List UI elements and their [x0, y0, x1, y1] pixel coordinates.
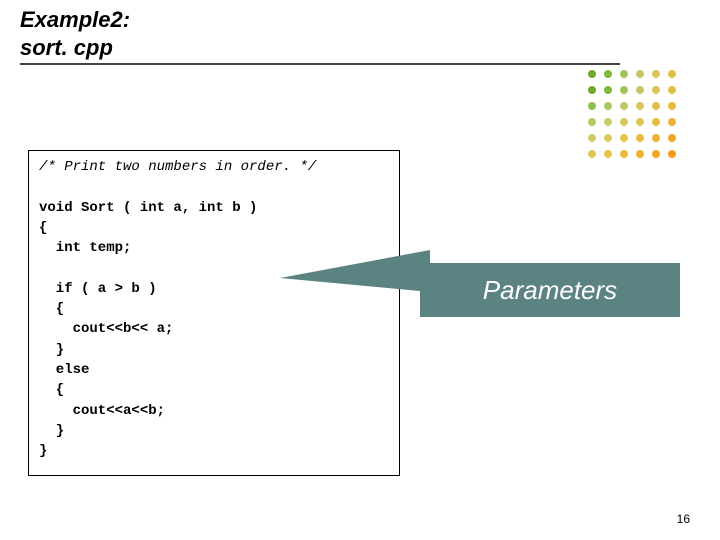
- code-brace-open: {: [39, 220, 47, 236]
- decorative-dot: [620, 86, 628, 94]
- decorative-dot: [620, 70, 628, 78]
- decorative-dot: [636, 70, 644, 78]
- code-brace-close: }: [39, 443, 47, 459]
- decorative-dot: [636, 86, 644, 94]
- decorative-dot: [620, 118, 628, 126]
- decorative-dot: [588, 118, 596, 126]
- decorative-dot: [588, 70, 596, 78]
- code-cout-ab: cout<<a<<b;: [39, 403, 165, 419]
- decorative-dot: [652, 134, 660, 142]
- callout-pointer: [280, 250, 430, 292]
- code-if-line: if ( a > b ): [39, 281, 157, 297]
- code-parameters: int a, int b: [131, 198, 249, 218]
- decorative-dot: [588, 102, 596, 110]
- decorative-dot: [604, 70, 612, 78]
- decorative-dot: [604, 150, 612, 158]
- code-else-open: {: [39, 382, 64, 398]
- decorative-dot: [636, 134, 644, 142]
- decorative-dot: [604, 118, 612, 126]
- decorative-dot: [668, 70, 676, 78]
- decorative-dot: [668, 150, 676, 158]
- parameters-callout: Parameters: [420, 263, 680, 317]
- decorative-dot: [588, 150, 596, 158]
- decorative-dot: [620, 134, 628, 142]
- decorative-dot: [588, 134, 596, 142]
- decorative-dot: [652, 118, 660, 126]
- decorative-dot: [668, 118, 676, 126]
- decorative-dot: [620, 150, 628, 158]
- code-else-line: else: [39, 362, 89, 378]
- decorative-dot: [668, 102, 676, 110]
- decorative-dot: [604, 134, 612, 142]
- decorative-dot: [604, 102, 612, 110]
- code-box: /* Print two numbers in order. */ void S…: [28, 150, 400, 476]
- code-decl-close: ): [249, 200, 257, 216]
- decorative-dot: [668, 86, 676, 94]
- decorative-dot: [652, 150, 660, 158]
- page-number: 16: [677, 512, 690, 526]
- decorative-dot-grid: [588, 70, 680, 162]
- code-int-temp: int temp;: [39, 240, 131, 256]
- decorative-dot: [652, 102, 660, 110]
- code-void-sort: void Sort (: [39, 200, 131, 216]
- decorative-dot: [636, 150, 644, 158]
- code-if-open: {: [39, 301, 64, 317]
- title-line-1: Example2:: [20, 6, 620, 34]
- decorative-dot: [604, 86, 612, 94]
- code-comment: /* Print two numbers in order. */: [39, 159, 316, 175]
- decorative-dot: [588, 86, 596, 94]
- decorative-dot: [620, 102, 628, 110]
- code-if-close: }: [39, 342, 64, 358]
- decorative-dot: [652, 86, 660, 94]
- decorative-dot: [636, 102, 644, 110]
- callout-label: Parameters: [483, 275, 617, 306]
- slide-title-block: Example2: sort. cpp: [20, 6, 620, 65]
- code-cout-ba: cout<<b<< a;: [39, 321, 173, 337]
- decorative-dot: [636, 118, 644, 126]
- title-line-2: sort. cpp: [20, 34, 620, 62]
- decorative-dot: [652, 70, 660, 78]
- title-underline: [20, 63, 620, 65]
- code-else-close: }: [39, 423, 64, 439]
- decorative-dot: [668, 134, 676, 142]
